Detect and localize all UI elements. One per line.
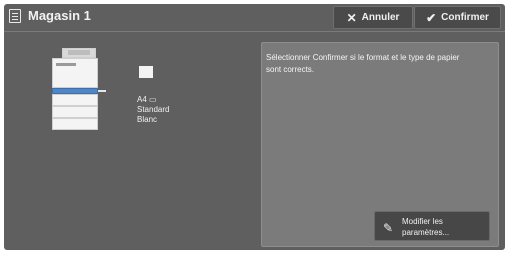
confirm-button[interactable]: ✔ Confirmer <box>414 6 501 29</box>
header-divider <box>4 31 505 32</box>
page-title: Magasin 1 <box>28 8 91 23</box>
paper-icon <box>139 66 153 78</box>
pencil-icon: ✎ <box>383 221 394 235</box>
modify-settings-label: Modifier les paramètres... <box>402 217 450 237</box>
printer-icon <box>52 48 106 130</box>
check-icon: ✔ <box>426 10 437 25</box>
instruction-text: Sélectionner Confirmer si le format et l… <box>266 53 460 74</box>
document-list-icon <box>9 9 21 23</box>
cancel-button[interactable]: ✕ Annuler <box>333 6 413 29</box>
modify-settings-button[interactable]: ✎ Modifier les paramètres... <box>374 211 490 241</box>
cancel-button-label: Annuler <box>361 12 400 23</box>
paper-settings-text: A4 ▭ Standard Blanc <box>137 95 170 124</box>
confirm-button-label: Confirmer <box>441 12 489 23</box>
close-icon: ✕ <box>346 10 357 25</box>
